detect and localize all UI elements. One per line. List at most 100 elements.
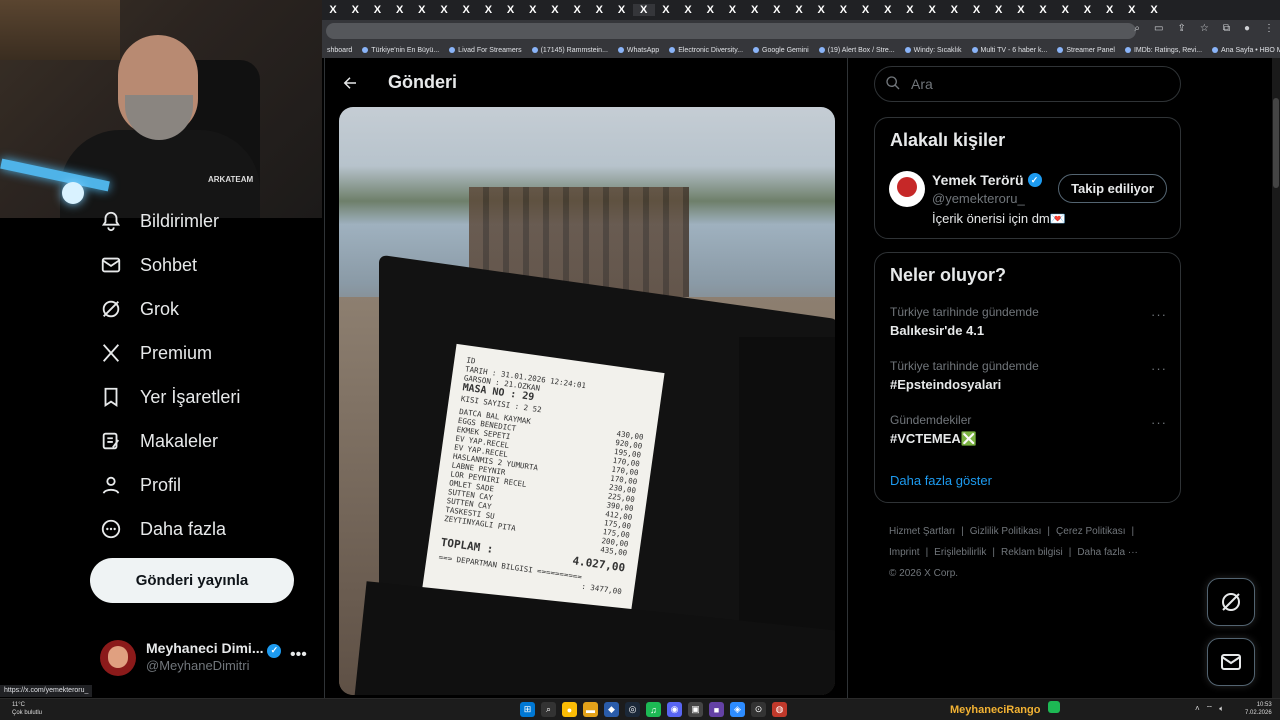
bookmark-item[interactable]: (19) Alert Box / Stre... [814, 47, 900, 54]
more-options-icon[interactable]: ··· [1151, 307, 1167, 322]
browser-tab[interactable]: X [588, 4, 610, 16]
extensions-icon[interactable]: ⧉ [1223, 23, 1230, 34]
share-icon[interactable]: ⇪ [1177, 23, 1185, 34]
browser-tab[interactable]: X [500, 4, 522, 16]
chevron-up-icon[interactable]: ˄ [1195, 704, 1200, 714]
spotify-icon[interactable]: ♫ [646, 702, 661, 717]
browser-tab[interactable]: X [988, 4, 1010, 16]
menu-icon[interactable]: ⋮ [1264, 23, 1274, 34]
app-icon[interactable]: ◍ [772, 702, 787, 717]
browser-tab[interactable]: X [965, 4, 987, 16]
star-icon[interactable]: ☆ [1200, 23, 1209, 34]
scrollbar-thumb[interactable] [1273, 98, 1279, 188]
profile-icon[interactable]: ● [1244, 23, 1250, 34]
browser-tab[interactable]: X [810, 4, 832, 16]
app-icon[interactable]: ■ [709, 702, 724, 717]
nav-item-grok[interactable]: Grok [100, 298, 179, 320]
browser-tab[interactable]: X [344, 4, 366, 16]
clock[interactable]: 10:53 7.02.2026 [1245, 701, 1272, 717]
browser-tab[interactable]: X [389, 4, 411, 16]
trend-item[interactable]: Türkiye tarihinde gündemde #Epsteindosyal… [890, 359, 1167, 392]
browser-tab[interactable]: X [1054, 4, 1076, 16]
browser-tab[interactable]: X [1076, 4, 1098, 16]
browser-tab[interactable]: X [855, 4, 877, 16]
footer-link[interactable]: Reklam bilgisi [1001, 547, 1063, 558]
back-arrow-icon[interactable] [339, 72, 361, 94]
browser-tab[interactable]: X [632, 4, 655, 16]
app-icon[interactable]: ◆ [604, 702, 619, 717]
avatar[interactable] [889, 171, 925, 207]
bookmark-item[interactable]: Windy: Sıcaklık [900, 47, 967, 54]
bookmark-item[interactable]: Türkiye'nin En Büyü... [357, 47, 444, 54]
bookmark-item[interactable]: Ana Sayfa • HBO Max [1207, 47, 1280, 54]
bookmark-item[interactable]: (17145) Rammstein... [527, 47, 613, 54]
footer-link[interactable]: Çerez Politikası [1056, 526, 1125, 537]
browser-tab[interactable]: X [1032, 4, 1054, 16]
bookmark-item[interactable]: WhatsApp [613, 47, 664, 54]
network-icon[interactable]: ⌔ [1206, 704, 1214, 714]
nav-item-sohbet[interactable]: Sohbet [100, 254, 197, 276]
person-name[interactable]: Yemek Terörü ✓ [932, 172, 1042, 188]
weather-widget[interactable]: 11°C Çok bulutlu [12, 701, 42, 717]
show-more-link[interactable]: Daha fazla göster [890, 473, 992, 488]
discord-icon[interactable]: ◉ [667, 702, 682, 717]
browser-tab[interactable]: X [1121, 4, 1143, 16]
app-icon[interactable]: ⊙ [751, 702, 766, 717]
grok-fab-button[interactable] [1207, 578, 1255, 626]
post-button[interactable]: Gönderi yayınla [90, 558, 294, 603]
browser-tab[interactable]: X [1143, 4, 1165, 16]
search-icon[interactable]: ⌕ [541, 702, 556, 717]
trend-item[interactable]: Gündemdekiler #VCTEMEA❎ ··· [890, 413, 1167, 447]
post-image[interactable]: ID TARIH : 31.01.2026 12:24:01 GARSON : … [339, 107, 835, 695]
cast-icon[interactable]: ▭ [1154, 23, 1163, 34]
nav-item-daha-fazla[interactable]: Daha fazla [100, 518, 226, 540]
app-icon[interactable]: ▣ [688, 702, 703, 717]
browser-tab[interactable]: X [411, 4, 433, 16]
footer-link[interactable]: Gizlilik Politikası [970, 526, 1042, 537]
nav-item-yer-i-şaretleri[interactable]: Yer İşaretleri [100, 386, 240, 408]
following-button[interactable]: Takip ediliyor [1058, 174, 1167, 203]
footer-link[interactable]: Daha fazla ··· [1077, 547, 1138, 558]
nav-item-profil[interactable]: Profil [100, 474, 181, 496]
folder-icon[interactable]: ▬ [583, 702, 598, 717]
bookmark-item[interactable]: Google Gemini [748, 47, 814, 54]
more-options-icon[interactable]: ··· [1151, 361, 1167, 376]
browser-tab[interactable]: X [744, 4, 766, 16]
steam-icon[interactable]: ◎ [625, 702, 640, 717]
browser-tab[interactable]: X [921, 4, 943, 16]
bookmark-item[interactable]: Electronic Diversity... [664, 47, 748, 54]
browser-tab[interactable]: X [788, 4, 810, 16]
page-scrollbar[interactable] [1272, 58, 1280, 698]
browser-tab[interactable]: X [877, 4, 899, 16]
bookmark-item[interactable]: Streamer Panel [1052, 47, 1120, 54]
browser-tab[interactable]: X [943, 4, 965, 16]
more-options-icon[interactable]: ••• [290, 646, 307, 664]
browser-tab[interactable]: X [1099, 4, 1121, 16]
app-icon[interactable]: ◈ [730, 702, 745, 717]
nav-item-bildirimler[interactable]: Bildirimler [100, 210, 219, 232]
browser-tab[interactable]: X [522, 4, 544, 16]
browser-tab[interactable]: X [699, 4, 721, 16]
browser-tab[interactable]: X [455, 4, 477, 16]
browser-tab[interactable]: X [899, 4, 921, 16]
browser-tab[interactable]: X [566, 4, 588, 16]
start-icon[interactable]: ⊞ [520, 702, 535, 717]
url-field[interactable] [326, 23, 1136, 39]
browser-tab[interactable]: X [766, 4, 788, 16]
browser-tab[interactable]: X [1010, 4, 1032, 16]
browser-tab[interactable]: X [477, 4, 499, 16]
bookmark-item[interactable]: shboard [322, 47, 357, 54]
browser-tab[interactable]: X [433, 4, 455, 16]
bookmark-item[interactable]: IMDb: Ratings, Revi... [1120, 47, 1207, 54]
nav-item-makaleler[interactable]: Makaleler [100, 430, 218, 452]
search-input[interactable] [911, 76, 1151, 92]
search-icon[interactable]: ⌕ [1134, 23, 1140, 34]
account-switcher[interactable]: Meyhaneci Dimi... ✓ @MeyhaneDimitri ••• [100, 638, 310, 678]
browser-tab[interactable]: X [322, 4, 344, 16]
browser-tab[interactable]: X [832, 4, 854, 16]
footer-link[interactable]: Hizmet Şartları [889, 526, 955, 537]
nav-item-premium[interactable]: Premium [100, 342, 212, 364]
browser-tab[interactable]: X [610, 4, 632, 16]
more-options-icon[interactable]: ··· [1151, 415, 1167, 430]
volume-icon[interactable]: 🔈︎ [1219, 704, 1224, 714]
